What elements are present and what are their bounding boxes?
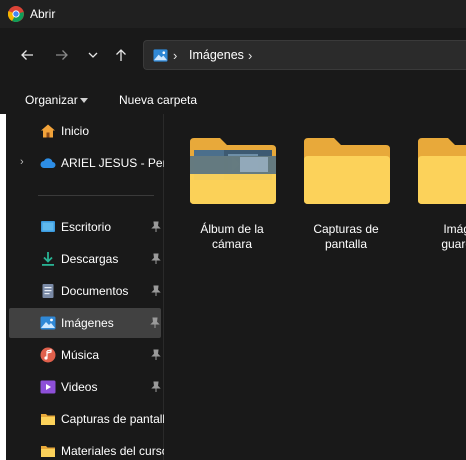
breadcrumb-separator[interactable]: › bbox=[248, 48, 252, 63]
sidebar-item-label: Materiales del curso bbox=[61, 444, 165, 458]
sidebar-item-onedrive[interactable]: › ARIEL JESUS - Perso bbox=[6, 148, 165, 178]
sidebar-item-materiales[interactable]: Materiales del curso bbox=[6, 436, 165, 460]
up-button[interactable] bbox=[111, 45, 131, 65]
desktop-icon bbox=[41, 221, 55, 232]
music-icon bbox=[40, 347, 56, 363]
folder-album-camara[interactable]: Álbum de la cámara bbox=[164, 132, 276, 262]
documents-icon bbox=[42, 284, 54, 298]
pin-icon[interactable] bbox=[150, 221, 162, 233]
pin-icon[interactable] bbox=[150, 349, 162, 361]
window-title: Abrir bbox=[30, 7, 56, 21]
folder-capturas-de-pantalla[interactable]: Capturas de pantalla bbox=[278, 132, 390, 262]
folder-icon bbox=[418, 138, 466, 204]
sidebar-item-capturas[interactable]: Capturas de pantall bbox=[6, 404, 165, 434]
onedrive-cloud-icon bbox=[40, 158, 56, 168]
videos-icon bbox=[40, 380, 56, 394]
pictures-icon bbox=[153, 49, 168, 62]
folder-imagenes-guardadas[interactable]: Imáge guarda bbox=[392, 132, 466, 262]
back-arrow-icon bbox=[21, 50, 33, 60]
recent-locations-button[interactable] bbox=[83, 45, 103, 65]
chevron-down-icon bbox=[88, 52, 98, 58]
sidebar-item-label: Capturas de pantall bbox=[61, 412, 165, 426]
pin-icon[interactable] bbox=[150, 285, 162, 297]
forward-arrow-icon bbox=[56, 50, 68, 60]
organize-menu-button[interactable]: Organizar bbox=[25, 93, 78, 107]
pin-icon[interactable] bbox=[150, 381, 162, 393]
sidebar-item-label: ARIEL JESUS - Perso bbox=[61, 156, 165, 170]
pin-icon[interactable] bbox=[149, 317, 161, 329]
sidebar-item-imagenes[interactable]: Imágenes bbox=[9, 308, 161, 338]
sidebar-item-inicio[interactable]: Inicio bbox=[6, 116, 163, 146]
sidebar-item-documentos[interactable]: Documentos bbox=[6, 276, 163, 306]
breadcrumb-segment-imagenes[interactable]: Imágenes bbox=[189, 48, 244, 62]
folder-icon bbox=[41, 446, 55, 457]
sidebar-separator bbox=[38, 195, 154, 196]
folder-with-thumbnail-icon bbox=[190, 138, 276, 204]
new-folder-button[interactable]: Nueva carpeta bbox=[119, 93, 197, 107]
organize-caret-icon bbox=[80, 98, 88, 103]
sidebar-item-musica[interactable]: Música bbox=[6, 340, 163, 370]
address-bar[interactable]: › Imágenes › bbox=[143, 40, 466, 70]
pin-icon[interactable] bbox=[150, 253, 162, 265]
forward-button[interactable] bbox=[52, 45, 72, 65]
breadcrumb-separator: › bbox=[173, 48, 178, 63]
up-arrow-icon bbox=[116, 49, 126, 61]
sidebar-item-descargas[interactable]: Descargas bbox=[6, 244, 163, 274]
sidebar-item-videos[interactable]: Videos bbox=[6, 372, 163, 402]
sidebar-item-escritorio[interactable]: Escritorio bbox=[6, 212, 163, 242]
folder-icon bbox=[41, 414, 55, 425]
back-button[interactable] bbox=[17, 45, 37, 65]
pictures-icon bbox=[40, 316, 56, 330]
sidebar-item-label: Inicio bbox=[61, 124, 90, 138]
folder-icon bbox=[304, 138, 390, 204]
home-icon bbox=[41, 124, 55, 138]
folder-content-pane: Álbum de la cámara Capturas de pantalla … bbox=[164, 114, 466, 460]
folder-label: Imáge guarda bbox=[441, 222, 466, 251]
title-bar: Abrir bbox=[0, 0, 466, 28]
chevron-right-icon[interactable]: › bbox=[20, 156, 24, 168]
downloads-icon bbox=[42, 252, 54, 266]
chrome-icon bbox=[8, 6, 24, 22]
